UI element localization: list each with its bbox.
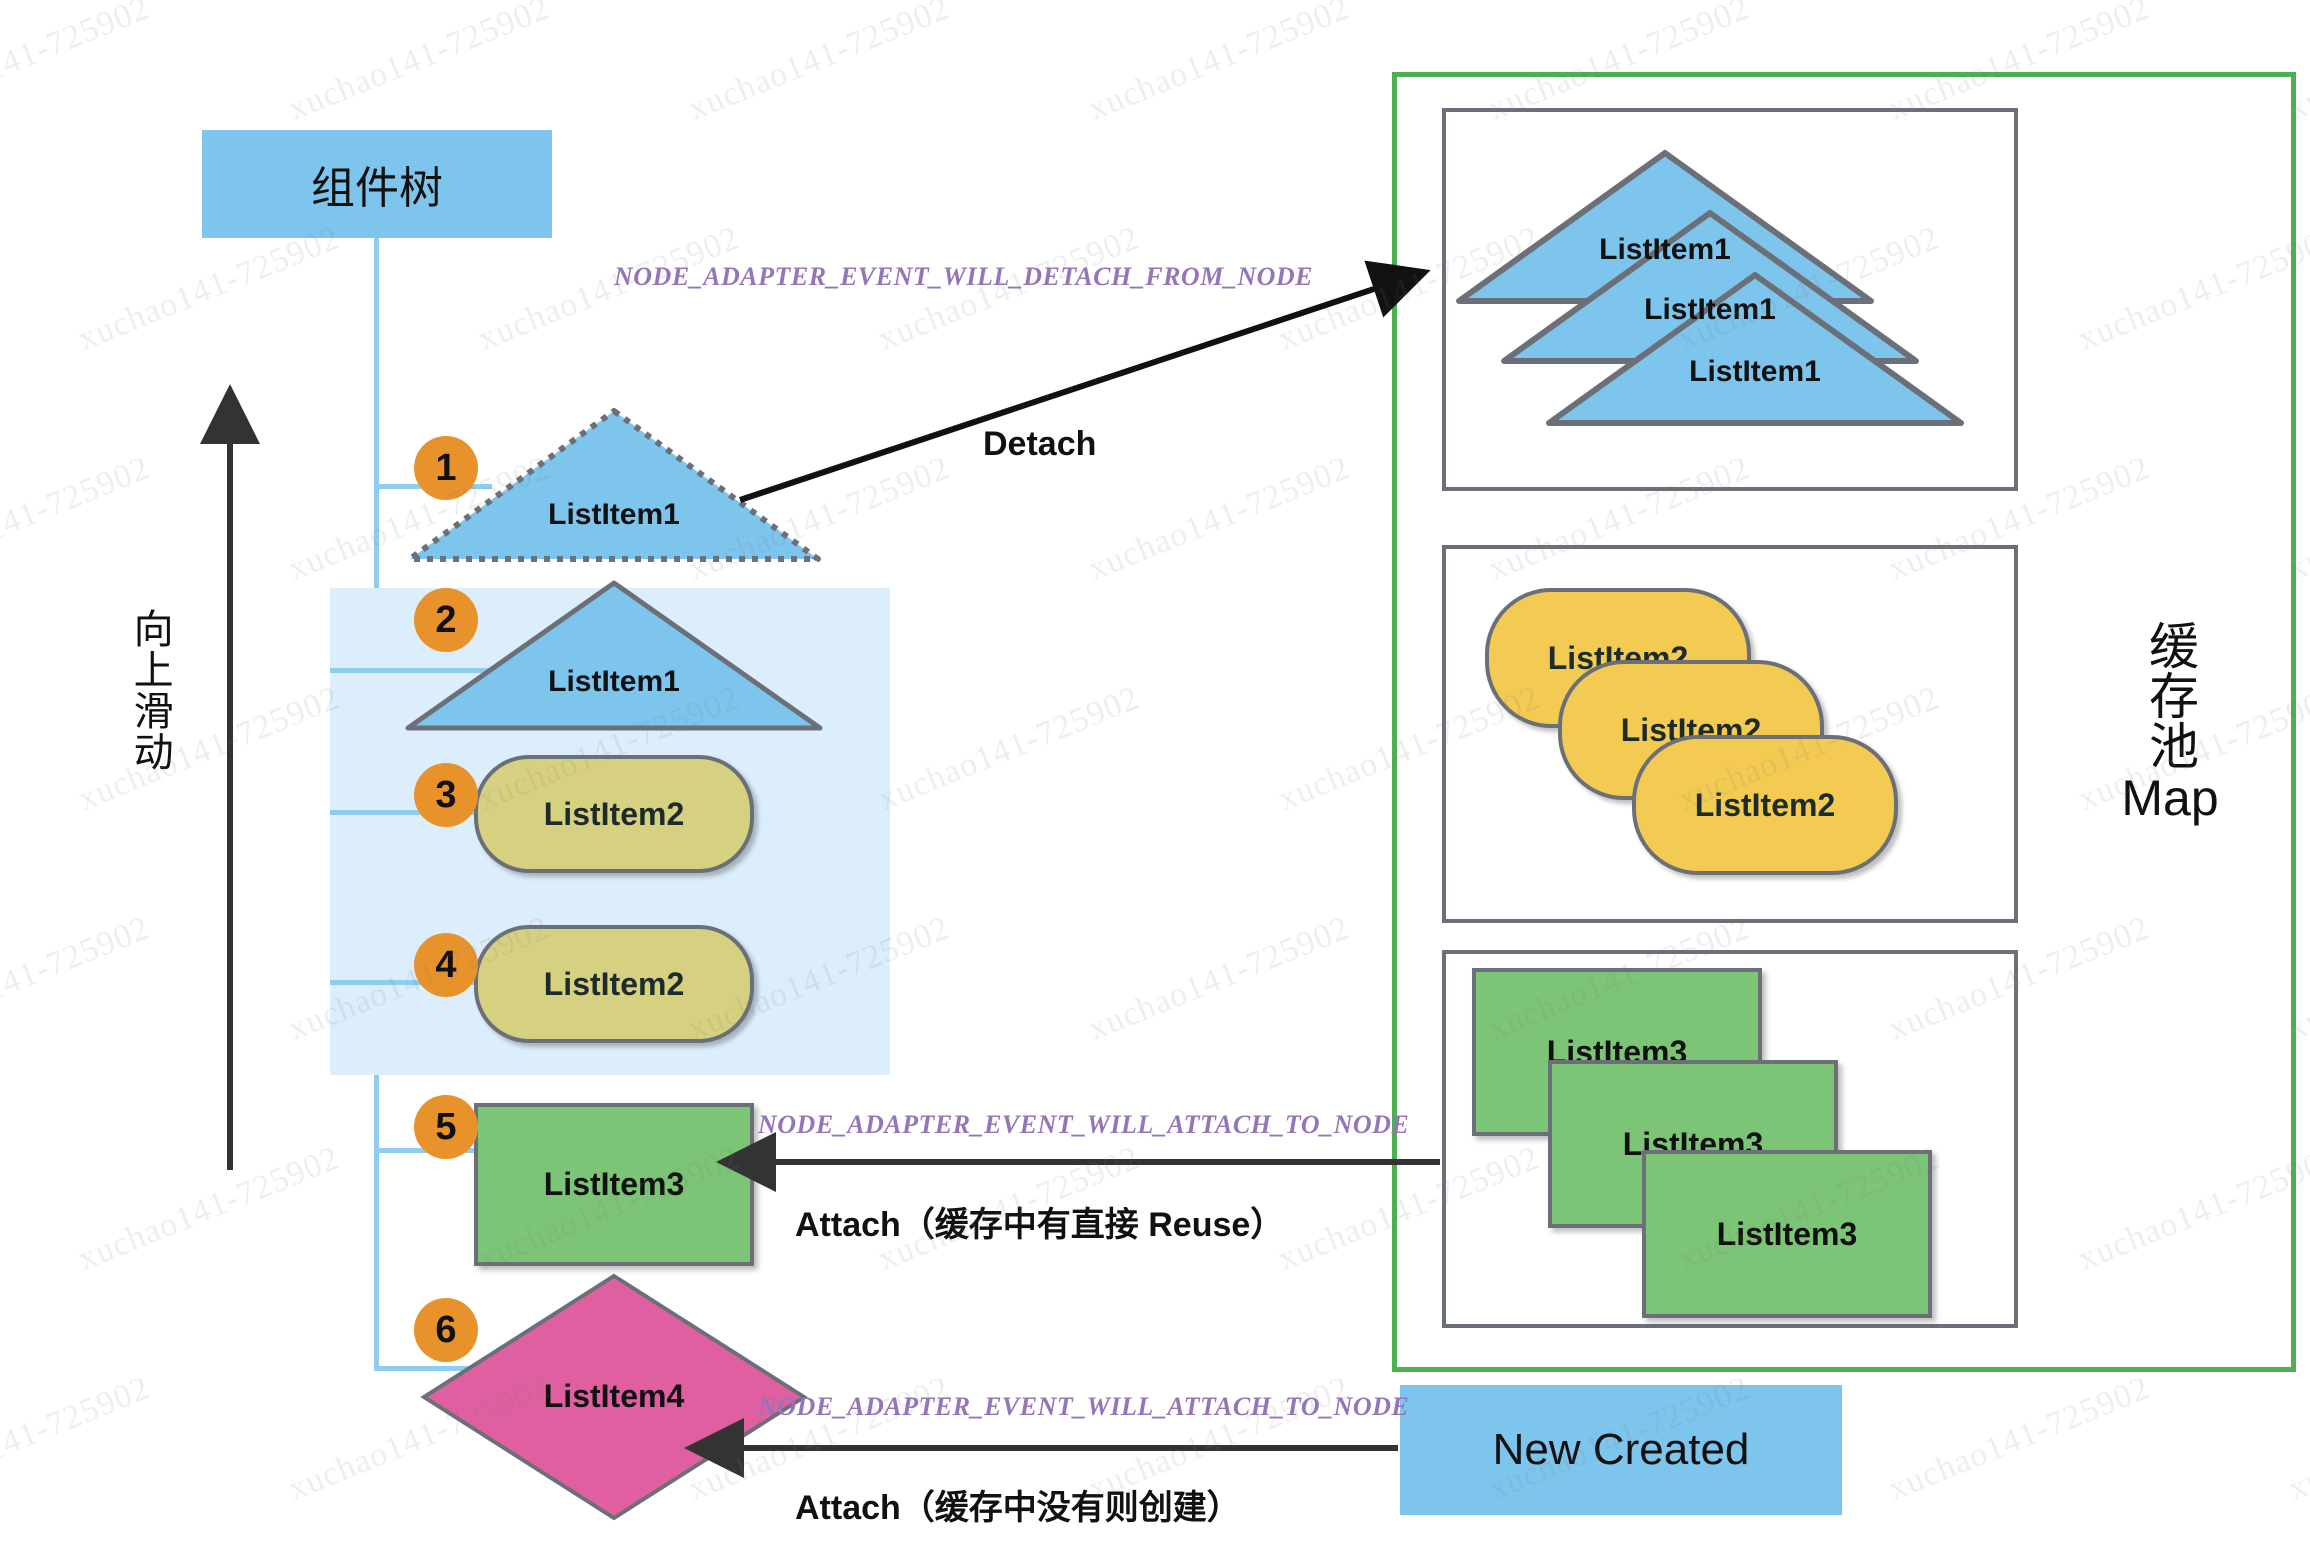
tree-item-shape-6[interactable] <box>420 1272 808 1522</box>
cache-pool-title-cn: 缓存池 <box>2142 620 2198 770</box>
cache-item-stadium-3-label: ListItem2 <box>1694 786 1836 823</box>
attach-new-annotation: Attach（缓存中没有则创建） <box>795 1489 1241 1527</box>
badge-label: 4 <box>435 943 457 986</box>
attach-reuse-event-label: NODE_ADAPTER_EVENT_WILL_ATTACH_TO_NODE <box>758 1110 1410 1139</box>
new-created-box: New Created <box>1400 1385 1842 1515</box>
watermark-text: xuchao141-725902 <box>2283 1369 2310 1508</box>
watermark-text: xuchao141-725902 <box>0 909 156 1048</box>
watermark-text: xuchao141-725902 <box>0 449 156 588</box>
tree-item-badge-2: 2 <box>414 588 478 652</box>
watermark-text: xuchao141-725902 <box>73 679 346 818</box>
component-tree-title: 组件树 <box>202 130 552 238</box>
attach-reuse-annotation: Attach（缓存中有直接 Reuse） <box>795 1206 1285 1244</box>
tree-item-badge-1: 1 <box>414 436 478 500</box>
cache-pool-title: 缓存池 Map <box>2110 620 2230 826</box>
tree-item-shape-4[interactable]: ListItem2 <box>474 925 754 1043</box>
tree-item-label-3: ListItem2 <box>543 795 685 832</box>
cache-item-triangle-3[interactable] <box>1545 270 1965 428</box>
watermark-text: xuchao141-725902 <box>1083 449 1356 588</box>
watermark-text: xuchao141-725902 <box>73 1139 346 1278</box>
tree-item-shape-3[interactable]: ListItem2 <box>474 755 754 873</box>
detach-annotation: Detach <box>983 425 1097 463</box>
badge-label: 2 <box>435 598 457 641</box>
watermark-text: xuchao141-725902 <box>73 219 346 358</box>
detach-arrow <box>739 260 1431 503</box>
cache-item-stadium-3[interactable]: ListItem2 <box>1632 735 1898 875</box>
watermark-text: xuchao141-725902 <box>683 0 956 128</box>
tree-item-badge-5: 5 <box>414 1095 478 1159</box>
cache-item-rect-3[interactable]: ListItem3 <box>1642 1150 1932 1318</box>
tree-item-badge-6: 6 <box>414 1298 478 1362</box>
watermark-text: xuchao141-725902 <box>0 0 156 128</box>
badge-label: 5 <box>435 1105 457 1148</box>
cache-item-rect-3-label: ListItem3 <box>1716 1215 1858 1252</box>
watermark-text: xuchao141-725902 <box>873 679 1146 818</box>
watermark-text: xuchao141-725902 <box>1883 1369 2156 1508</box>
watermark-text: xuchao141-725902 <box>1083 909 1356 1048</box>
watermark-text: xuchao141-725902 <box>1083 0 1356 128</box>
new-created-label: New Created <box>1492 1425 1750 1474</box>
tree-item-badge-4: 4 <box>414 933 478 997</box>
diagram-canvas: 组件树 1 ListItem1 2 ListItem1 3 ListItem2 <box>0 0 2310 1550</box>
tree-item-label-5: ListItem3 <box>543 1166 685 1202</box>
attach-new-event-label: NODE_ADAPTER_EVENT_WILL_ATTACH_TO_NODE <box>758 1392 1410 1421</box>
watermark-text: xuchao141-725902 <box>0 1369 156 1508</box>
tree-item-label-4: ListItem2 <box>543 965 685 1002</box>
detach-event-label: NODE_ADAPTER_EVENT_WILL_DETACH_FROM_NODE <box>614 262 1313 291</box>
tree-item-shape-5[interactable]: ListItem3 <box>474 1103 754 1266</box>
scroll-direction-label: 向上滑动 <box>127 608 172 772</box>
component-tree-title-text: 组件树 <box>311 164 443 213</box>
tree-item-badge-3: 3 <box>414 763 478 827</box>
cache-pool-title-map: Map <box>2121 770 2219 826</box>
badge-label: 6 <box>435 1308 457 1351</box>
badge-label: 1 <box>435 446 457 489</box>
badge-label: 3 <box>435 773 457 816</box>
watermark-text: xuchao141-725902 <box>283 0 556 128</box>
